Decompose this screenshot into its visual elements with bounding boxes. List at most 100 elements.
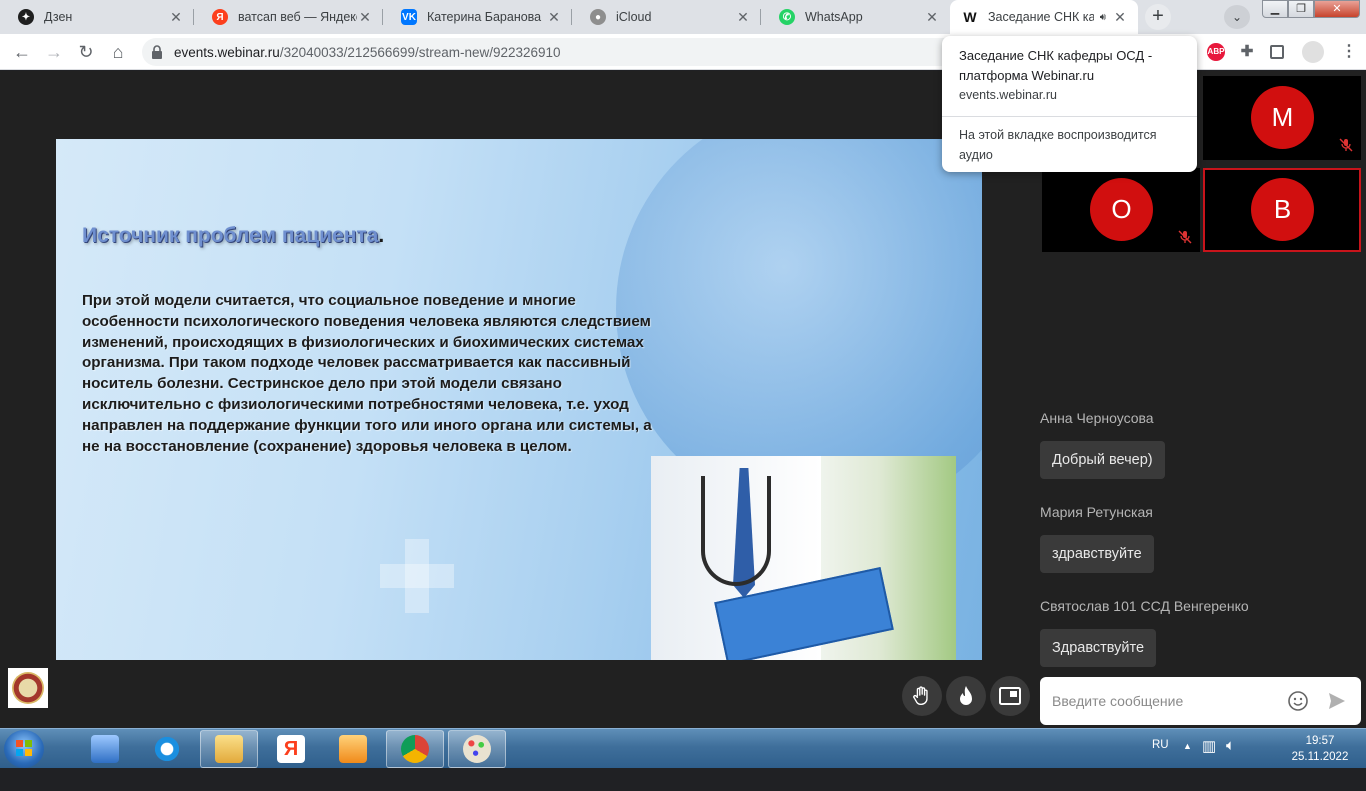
taskbar-media-player[interactable] <box>324 730 382 768</box>
taskbar-paint[interactable] <box>448 730 506 768</box>
raise-hand-icon <box>913 686 928 705</box>
participant-tile[interactable]: В <box>1203 168 1361 252</box>
slide-title-suffix: . <box>378 224 385 247</box>
chat-author: Святослав 101 ССД Венгеренко <box>1040 598 1249 614</box>
taskbar-ie[interactable] <box>138 730 196 768</box>
webinar-w-icon: W <box>963 9 977 25</box>
tab-title: Заседание СНК каф <box>988 10 1094 24</box>
clock-date[interactable]: 25.11.2022 <box>1282 751 1358 791</box>
minimize-icon[interactable]: ▁ <box>1262 0 1288 18</box>
vk-icon: VK <box>401 9 417 25</box>
slide-title: Источник проблем пациента. <box>82 224 384 248</box>
close-tab-icon[interactable]: ✕ <box>546 9 562 25</box>
picture-in-picture-button[interactable] <box>990 676 1030 716</box>
whatsapp-icon: ✆ <box>779 9 795 25</box>
taskbar-yandex-browser[interactable]: Я <box>262 730 320 768</box>
url-text[interactable]: events.webinar.ru/32040033/212566699/str… <box>174 45 561 60</box>
raise-hand-button[interactable] <box>902 676 942 716</box>
logo-emblem <box>12 672 44 704</box>
show-hidden-icons-icon[interactable]: ▲ <box>1183 741 1192 781</box>
maximize-icon[interactable]: ❐ <box>1288 0 1314 18</box>
participant-tile[interactable]: М <box>1203 76 1361 160</box>
explorer-folder-icon <box>215 735 243 763</box>
url-domain: events.webinar.ru <box>174 45 280 60</box>
chat-message-input[interactable] <box>1040 677 1280 725</box>
participant-tile[interactable]: О <box>1042 168 1200 252</box>
start-button[interactable] <box>4 730 44 768</box>
volume-icon[interactable]: 🔈︎ <box>1226 737 1235 777</box>
hover-card-domain: events.webinar.ru <box>959 88 1057 102</box>
back-icon[interactable]: ← <box>10 40 34 64</box>
chat-message: Здравствуйте <box>1040 629 1157 667</box>
profile-avatar-icon[interactable] <box>1302 41 1324 63</box>
yandex-browser-icon: Я <box>277 735 305 763</box>
hover-card-title: Заседание СНК кафедры ОСД - платформа We… <box>959 48 1153 83</box>
fire-reaction-icon <box>960 686 972 705</box>
tab-title: Дзен <box>44 10 73 24</box>
slide-body-text: При этой модели считается, что социально… <box>82 292 652 455</box>
chat-input-box <box>1040 677 1361 725</box>
browser-menu-icon[interactable]: ⋮ <box>1340 43 1358 61</box>
dzen-icon: ✦ <box>18 9 34 25</box>
chat-author: Анна Черноусова <box>1040 410 1154 426</box>
language-indicator[interactable]: RU <box>1152 739 1169 779</box>
home-icon[interactable]: ⌂ <box>106 40 130 64</box>
windows-taskbar: Я RU ▲ ▥ 🔈︎ 19:57 25.11.2022 <box>0 728 1366 768</box>
tab-dzen[interactable]: ✦ Дзен ✕ <box>0 0 194 34</box>
close-tab-icon[interactable]: ✕ <box>924 9 940 25</box>
organization-logo[interactable] <box>8 668 48 708</box>
ie-icon <box>153 735 181 763</box>
participant-avatar: В <box>1251 178 1314 241</box>
hover-card-divider <box>942 116 1197 117</box>
close-tab-icon[interactable]: ✕ <box>168 9 184 25</box>
tab-title: WhatsApp <box>805 10 863 24</box>
taskbar-chrome[interactable] <box>386 730 444 768</box>
send-icon[interactable] <box>1327 691 1347 711</box>
chat-message: Добрый вечер) <box>1040 441 1165 479</box>
close-tab-icon[interactable]: ✕ <box>735 9 751 25</box>
tab-hover-card: Заседание СНК кафедры ОСД - платформа We… <box>942 36 1197 172</box>
lock-icon[interactable] <box>152 45 162 59</box>
close-window-icon[interactable]: ✕ <box>1314 0 1360 18</box>
reload-icon[interactable]: ↻ <box>74 40 98 64</box>
chrome-icon <box>401 735 429 763</box>
tab-vk[interactable]: VK Катерина Баранова ✕ <box>383 0 572 34</box>
forward-icon[interactable]: → <box>42 40 66 64</box>
medical-cross-decoration <box>405 539 429 613</box>
close-tab-icon[interactable]: ✕ <box>357 9 373 25</box>
tab-yandex[interactable]: Я ватсап веб — Яндекс: н ✕ <box>194 0 383 34</box>
stethoscope <box>701 476 771 586</box>
tab-title: ватсап веб — Яндекс: н <box>238 10 357 24</box>
network-icon[interactable]: ▥ <box>1202 737 1216 777</box>
tab-webinar[interactable]: W Заседание СНК каф 🔊︎ ✕ <box>950 0 1138 34</box>
chat-author: Мария Ретунская <box>1040 504 1153 520</box>
slide-title-text: Источник проблем пациента <box>82 224 379 247</box>
tab-whatsapp[interactable]: ✆ WhatsApp ✕ <box>761 0 950 34</box>
tab-title: iCloud <box>616 10 652 24</box>
side-panel-icon[interactable] <box>1270 45 1284 59</box>
windows-logo-icon <box>16 740 32 756</box>
emoji-icon[interactable] <box>1287 690 1309 712</box>
taskbar-explorer[interactable] <box>200 730 258 768</box>
browser-tab-strip: ✦ Дзен ✕ Я ватсап веб — Яндекс: н ✕ VK К… <box>0 0 1366 34</box>
taskbar-speaker-app[interactable] <box>76 730 134 768</box>
tab-title: Катерина Баранова <box>427 10 542 24</box>
mic-muted-icon <box>1178 230 1192 244</box>
participant-avatar: М <box>1251 86 1314 149</box>
new-tab-button[interactable]: + <box>1145 4 1171 30</box>
paint-icon <box>463 735 491 763</box>
adblock-plus-icon[interactable]: ABP <box>1207 43 1225 61</box>
yandex-icon: Я <box>212 9 228 25</box>
audio-playing-icon[interactable]: 🔊︎ <box>1100 12 1106 23</box>
picture-in-picture-icon <box>999 687 1021 705</box>
window-controls: ▁ ❐ ✕ <box>1262 0 1360 18</box>
speaker-app-icon <box>91 735 119 763</box>
extensions-puzzle-icon[interactable]: ✚ <box>1238 43 1256 61</box>
close-tab-icon[interactable]: ✕ <box>1112 9 1128 25</box>
tab-icloud[interactable]: ● iCloud ✕ <box>572 0 761 34</box>
url-path: /32040033/212566699/stream-new/922326910 <box>279 45 561 60</box>
participant-avatar: О <box>1090 178 1153 241</box>
doctor-photo <box>651 456 956 660</box>
reaction-button[interactable] <box>946 676 986 716</box>
tab-search-icon[interactable]: ⌄ <box>1224 5 1250 29</box>
